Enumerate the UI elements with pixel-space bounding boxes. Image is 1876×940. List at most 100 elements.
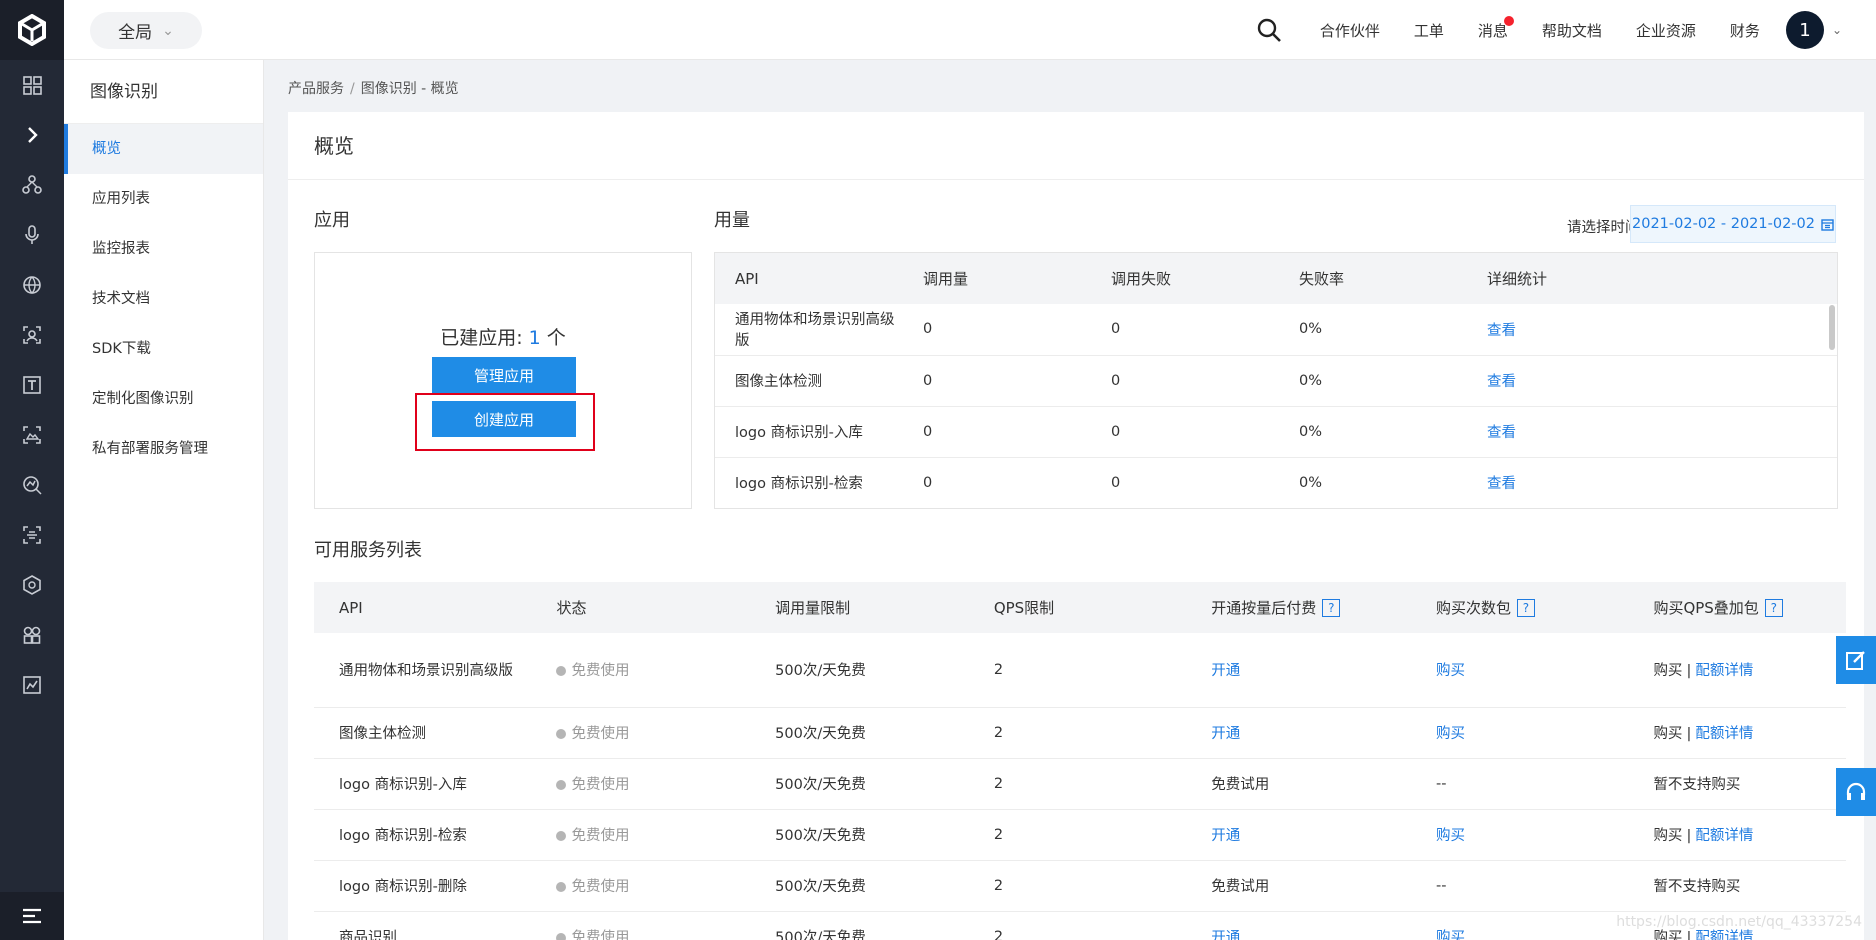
sidebar-item[interactable]: 监控报表 — [64, 224, 263, 274]
enable-postpaid-link[interactable]: 开通 — [1186, 809, 1411, 861]
scope-label: 全局 — [118, 23, 153, 43]
call-limit: 500次/天免费 — [750, 707, 969, 759]
usage-row: 图像主体检测 0 0 0% 查看 — [715, 355, 1837, 407]
text-icon[interactable] — [0, 360, 64, 410]
watermark: https://blog.csdn.net/qq_43337254 — [1616, 914, 1862, 930]
nav-finance[interactable]: 财务 — [1730, 20, 1760, 41]
face-scan-icon[interactable] — [0, 310, 64, 360]
sidebar-item[interactable]: 私有部署服务管理 — [64, 424, 263, 474]
help-icon[interactable]: ? — [1322, 599, 1341, 617]
globe-icon[interactable] — [0, 260, 64, 310]
enable-postpaid-link[interactable]: 开通 — [1186, 911, 1411, 940]
breadcrumb-root[interactable]: 产品服务 — [288, 81, 344, 97]
network-icon[interactable] — [0, 160, 64, 210]
analytics-icon[interactable] — [0, 460, 64, 510]
enable-postpaid-link[interactable]: 开通 — [1186, 633, 1411, 708]
usage-cell: 0 — [1091, 355, 1279, 407]
menu-toggle-icon[interactable] — [0, 892, 64, 940]
image-scan-icon[interactable] — [0, 410, 64, 460]
call-limit: 500次/天免费 — [750, 860, 969, 912]
separator: | — [1686, 930, 1692, 940]
service-status: 免费使用 — [531, 911, 751, 940]
nav-enterprise-resources[interactable]: 企业资源 — [1636, 20, 1696, 41]
service-api-name: 商品识别 — [314, 911, 532, 940]
buy-qps-pack-link[interactable]: 购买 — [1653, 930, 1682, 940]
buy-pack-link[interactable]: 购买 — [1410, 911, 1629, 940]
view-detail-link[interactable]: 查看 — [1467, 406, 1837, 458]
services-table: API 状态 调用量限制 QPS限制 开通按量后付费? 购买次数包? 购买QPS叠加包? 通… — [314, 582, 1846, 940]
qps-limit: 2 — [968, 707, 1187, 759]
buy-pack-link[interactable]: 购买 — [1410, 633, 1629, 708]
chevron-right-icon[interactable] — [0, 110, 64, 160]
nav-help-docs[interactable]: 帮助文档 — [1542, 20, 1602, 41]
cube-icon[interactable] — [0, 560, 64, 610]
sidebar-item[interactable]: 定制化图像识别 — [64, 374, 263, 424]
edit-icon — [1846, 651, 1865, 670]
buy-qps-pack-link[interactable]: 购买 — [1653, 726, 1682, 742]
sidebar-item[interactable]: 概览 — [64, 124, 263, 174]
top-nav: 合作伙伴 工单 消息 帮助文档 企业资源 财务 1 ⌄ — [1256, 0, 1842, 60]
feedback-edit-button[interactable] — [1836, 636, 1876, 684]
cloud-logo-icon[interactable] — [0, 0, 64, 60]
scope-selector[interactable]: 全局 ⌄ — [90, 12, 202, 49]
buy-pack-link[interactable]: 购买 — [1410, 707, 1629, 759]
usage-table-container: API 调用量 调用失败 失败率 详细统计 通用物体和场景识别高级版 0 0 0% 查看 图像主体… — [714, 252, 1838, 509]
view-detail-link[interactable]: 查看 — [1467, 304, 1837, 356]
buy-qps-pack-link[interactable]: 购买 — [1653, 663, 1682, 679]
nav-messages[interactable]: 消息 — [1478, 15, 1514, 41]
nav-partners[interactable]: 合作伙伴 — [1320, 20, 1380, 41]
scan-frame-icon[interactable] — [0, 510, 64, 560]
service-col-header: 状态 — [531, 582, 751, 633]
view-detail-link[interactable]: 查看 — [1467, 457, 1837, 508]
view-detail-link[interactable]: 查看 — [1467, 355, 1837, 407]
quota-detail-link[interactable]: 配额详情 — [1695, 663, 1753, 679]
usage-cell: 0% — [1279, 406, 1467, 458]
quota-detail-link[interactable]: 配额详情 — [1695, 726, 1753, 742]
usage-cell: 图像主体检测 — [715, 355, 903, 407]
status-text: 免费使用 — [571, 663, 630, 680]
date-range-picker[interactable]: 2021-02-02 - 2021-02-02 — [1630, 205, 1836, 243]
quota-detail-link[interactable]: 配额详情 — [1695, 930, 1753, 940]
chevron-down-icon[interactable]: ⌄ — [1832, 23, 1842, 37]
free-trial-text: 免费试用 — [1186, 860, 1411, 912]
nav-tickets[interactable]: 工单 — [1414, 20, 1444, 41]
avatar[interactable]: 1 — [1785, 11, 1824, 49]
app-count-number: 1 — [528, 327, 541, 349]
service-col-label: 调用量限制 — [775, 599, 851, 617]
service-row: logo 商标识别-入库 免费使用 500次/天免费 2 免费试用 -- 暂不支持购买 — [314, 758, 1846, 810]
sidebar-item[interactable]: SDK下载 — [64, 324, 263, 374]
chart-icon[interactable] — [0, 660, 64, 710]
apps-icon[interactable] — [0, 610, 64, 660]
customer-service-button[interactable] — [1836, 768, 1876, 816]
microphone-icon[interactable] — [0, 210, 64, 260]
top-bar: 全局 ⌄ 合作伙伴 工单 消息 帮助文档 企业资源 财务 1 ⌄ — [64, 0, 1876, 60]
usage-cell: 0 — [1091, 406, 1279, 458]
service-row: logo 商标识别-检索 免费使用 500次/天免费 2 开通 购买 购买 | 配额详情 — [314, 809, 1846, 861]
enable-postpaid-link[interactable]: 开通 — [1186, 707, 1411, 759]
create-app-button[interactable]: 创建应用 — [432, 401, 576, 437]
separator: | — [1686, 828, 1692, 844]
service-api-name: logo 商标识别-检索 — [314, 809, 532, 861]
overview-card: 概览 应用 已建应用: 1 个 管理应用 创建应用 用量 请选择时间段 2021… — [288, 112, 1864, 940]
sidebar-item[interactable]: 应用列表 — [64, 174, 263, 224]
qps-limit: 2 — [968, 809, 1187, 861]
service-status: 免费使用 — [531, 707, 751, 759]
buy-qps-pack-link[interactable]: 购买 — [1653, 828, 1682, 844]
usage-scrollbar[interactable] — [1829, 305, 1835, 350]
quota-detail-link[interactable]: 配额详情 — [1695, 828, 1753, 844]
usage-cell: 0 — [1091, 304, 1279, 356]
search-icon[interactable] — [1256, 17, 1282, 43]
qps-limit: 2 — [968, 860, 1187, 912]
help-icon[interactable]: ? — [1764, 599, 1783, 617]
manage-app-button[interactable]: 管理应用 — [432, 357, 576, 393]
usage-cell: 0% — [1279, 355, 1467, 407]
usage-cell: 通用物体和场景识别高级版 — [715, 304, 903, 356]
usage-row: logo 商标识别-检索 0 0 0% 查看 — [715, 457, 1837, 508]
usage-row: 通用物体和场景识别高级版 0 0 0% 查看 — [715, 304, 1837, 356]
grid-icon[interactable] — [0, 60, 64, 110]
app-count-suffix: 个 — [546, 327, 566, 349]
services-table-container: API 状态 调用量限制 QPS限制 开通按量后付费? 购买次数包? 购买QPS叠加包? 通… — [314, 582, 1864, 940]
buy-pack-link[interactable]: 购买 — [1410, 809, 1629, 861]
help-icon[interactable]: ? — [1516, 599, 1535, 617]
sidebar-item[interactable]: 技术文档 — [64, 274, 263, 324]
